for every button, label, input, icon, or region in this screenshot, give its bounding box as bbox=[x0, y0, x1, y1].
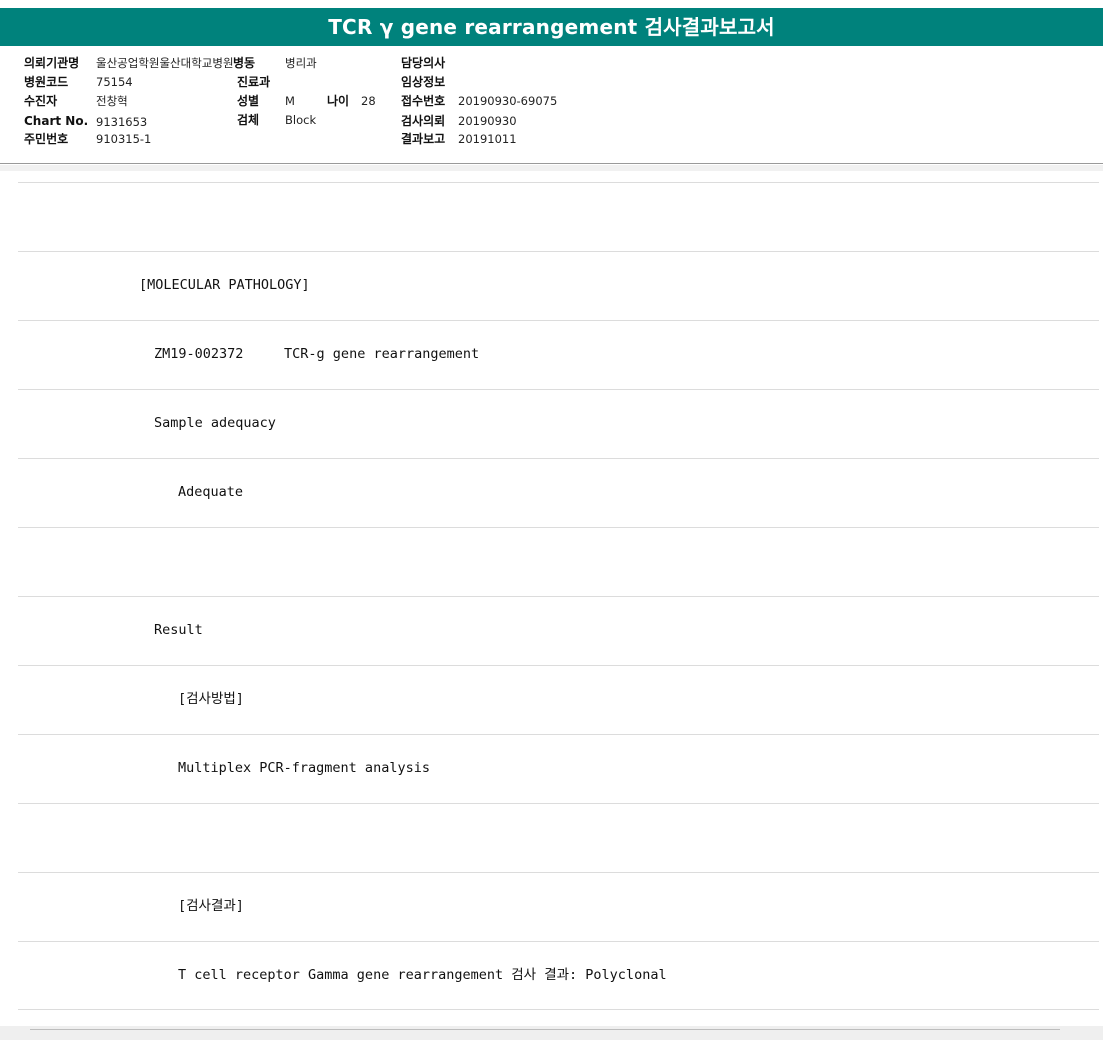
hospital-code-label: 병원코드 bbox=[24, 75, 69, 89]
report-line: ZM19-002372 TCR-g gene rearrangement bbox=[18, 320, 1099, 389]
institution-label: 의뢰기관명 bbox=[24, 56, 80, 70]
patient-info-panel: 의뢰기관명 울산공업학원울산대학교병원 병동 병리과 담당의사 병원코드 751… bbox=[0, 46, 1103, 164]
report-line: Sample adequacy bbox=[18, 389, 1099, 458]
institution-value: 울산공업학원울산대학교병원 bbox=[96, 56, 234, 70]
department-label: 진료과 bbox=[237, 75, 271, 89]
report-line: Multiplex PCR-fragment analysis bbox=[18, 734, 1099, 803]
method-value: Multiplex PCR-fragment analysis bbox=[178, 760, 430, 776]
specimen-value: Block bbox=[285, 113, 317, 127]
bottom-divider bbox=[30, 1029, 1060, 1030]
report-body: [MOLECULAR PATHOLOGY] ZM19-002372 TCR-g … bbox=[18, 182, 1099, 1010]
result-report-label: 결과보고 bbox=[401, 132, 446, 146]
top-margin bbox=[0, 0, 1103, 8]
age-label: 나이 bbox=[327, 94, 350, 108]
method-heading: [검사방법] bbox=[178, 691, 244, 707]
result-detail-heading: [검사결과] bbox=[178, 898, 244, 914]
report-line bbox=[18, 182, 1099, 251]
ward-label: 병동 bbox=[233, 56, 256, 70]
patient-value: 전창혁 bbox=[96, 94, 128, 108]
age-value: 28 bbox=[361, 94, 376, 108]
ward-value: 병리과 bbox=[285, 56, 317, 70]
chart-no-value: 9131653 bbox=[96, 115, 148, 129]
report-title: TCR γ gene rearrangement 검사결과보고서 bbox=[0, 8, 1103, 46]
sample-adequacy-value: Adequate bbox=[178, 484, 244, 500]
request-value: 20190930 bbox=[458, 114, 517, 128]
report-page: TCR γ gene rearrangement 검사결과보고서 의뢰기관명 울… bbox=[0, 0, 1103, 1040]
patient-label: 수진자 bbox=[24, 94, 58, 108]
request-label: 검사의뢰 bbox=[401, 114, 446, 128]
resident-no-label: 주민번호 bbox=[24, 132, 69, 146]
report-line: [MOLECULAR PATHOLOGY] bbox=[18, 251, 1099, 320]
hospital-code-value: 75154 bbox=[96, 75, 133, 89]
section-heading: [MOLECULAR PATHOLOGY] bbox=[139, 277, 310, 293]
sex-value: M bbox=[285, 94, 295, 108]
receipt-label: 접수번호 bbox=[401, 94, 446, 108]
doctor-label: 담당의사 bbox=[401, 56, 446, 70]
receipt-value: 20190930-69075 bbox=[458, 94, 558, 108]
specimen-label: 검체 bbox=[237, 113, 260, 127]
report-line: Result bbox=[18, 596, 1099, 665]
report-line bbox=[18, 527, 1099, 596]
report-line: Adequate bbox=[18, 458, 1099, 527]
report-line: [검사결과] bbox=[18, 872, 1099, 941]
report-line: [검사방법] bbox=[18, 665, 1099, 734]
report-line: T cell receptor Gamma gene rearrangement… bbox=[18, 941, 1099, 1010]
sample-adequacy-heading: Sample adequacy bbox=[154, 415, 276, 431]
resident-no-value: 910315-1 bbox=[96, 132, 152, 146]
sex-label: 성별 bbox=[237, 94, 260, 108]
result-heading: Result bbox=[154, 622, 203, 638]
clinical-info-label: 임상정보 bbox=[401, 75, 446, 89]
section-divider bbox=[0, 165, 1103, 171]
result-value: T cell receptor Gamma gene rearrangement… bbox=[178, 967, 667, 983]
result-report-value: 20191011 bbox=[458, 132, 517, 146]
chart-no-label: Chart No. bbox=[24, 114, 89, 128]
case-number-test: ZM19-002372 TCR-g gene rearrangement bbox=[154, 346, 480, 362]
report-line bbox=[18, 803, 1099, 872]
